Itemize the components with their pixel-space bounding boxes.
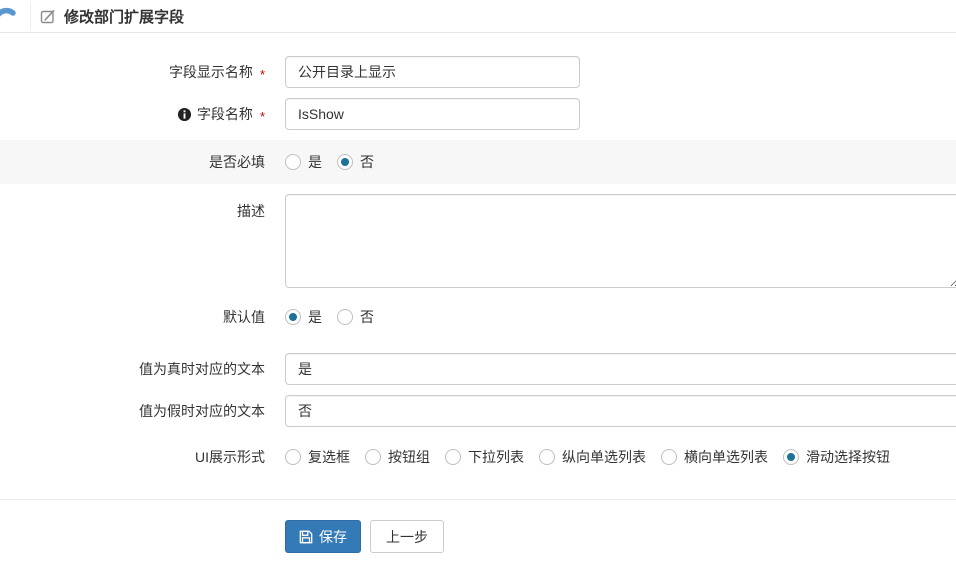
default-value-radio-group: 是 否 bbox=[285, 307, 956, 327]
radio-icon[interactable] bbox=[365, 449, 381, 465]
edit-field-form: 字段显示名称 * 字段名称 * 是否必填 bbox=[0, 33, 956, 562]
form-row-default-value: 默认值 是 否 bbox=[0, 301, 956, 333]
default-value-label: 默认值 bbox=[223, 309, 265, 325]
back-button[interactable] bbox=[0, 0, 30, 32]
info-circle-icon bbox=[177, 107, 191, 121]
form-row-is-required: 是否必填 是 否 bbox=[0, 140, 956, 184]
display-name-label: 字段显示名称 * bbox=[168, 64, 265, 82]
form-row-false-text: 值为假时对应的文本 bbox=[0, 395, 956, 427]
radio-icon[interactable] bbox=[285, 449, 301, 465]
radio-icon[interactable] bbox=[445, 449, 461, 465]
true-text-label: 值为真时对应的文本 bbox=[139, 361, 265, 377]
radio-option-dropdown[interactable]: 下拉列表 bbox=[445, 447, 524, 467]
previous-step-button[interactable]: 上一步 bbox=[370, 520, 444, 553]
radio-icon[interactable] bbox=[285, 154, 301, 170]
form-row-field-name: 字段名称 * bbox=[0, 98, 956, 130]
radio-icon[interactable] bbox=[539, 449, 555, 465]
radio-option-default-no[interactable]: 否 bbox=[337, 307, 374, 327]
ui-style-label: UI展示形式 bbox=[195, 449, 265, 465]
description-textarea[interactable] bbox=[285, 194, 956, 288]
false-text-label: 值为假时对应的文本 bbox=[139, 403, 265, 419]
back-arrow-icon bbox=[0, 7, 16, 17]
required-asterisk: * bbox=[259, 66, 265, 82]
is-required-label: 是否必填 bbox=[209, 154, 265, 170]
radio-option-slide-toggle[interactable]: 滑动选择按钮 bbox=[783, 447, 890, 467]
radio-icon-checked[interactable] bbox=[285, 309, 301, 325]
floppy-save-icon bbox=[299, 530, 313, 543]
radio-option-horizontal-list[interactable]: 横向单选列表 bbox=[661, 447, 768, 467]
save-button[interactable]: 保存 bbox=[285, 520, 361, 553]
display-name-input[interactable] bbox=[285, 56, 580, 88]
page-title: 修改部门扩展字段 bbox=[64, 8, 185, 26]
radio-icon-checked[interactable] bbox=[337, 154, 353, 170]
edit-pencil-icon bbox=[40, 8, 56, 24]
radio-option-vertical-list[interactable]: 纵向单选列表 bbox=[539, 447, 646, 467]
radio-option-button-group[interactable]: 按钮组 bbox=[365, 447, 430, 467]
radio-icon[interactable] bbox=[337, 309, 353, 325]
form-row-display-name: 字段显示名称 * bbox=[0, 56, 956, 88]
form-row-ui-style: UI展示形式 复选框 按钮组 下拉列表 纵向单选列表 横向单选列表 滑动选择按钮 bbox=[0, 441, 956, 473]
is-required-radio-group: 是 否 bbox=[285, 152, 956, 172]
form-row-true-text: 值为真时对应的文本 bbox=[0, 353, 956, 385]
true-text-input[interactable] bbox=[285, 353, 956, 385]
radio-option-required-no[interactable]: 否 bbox=[337, 152, 374, 172]
form-row-description: 描述 bbox=[0, 194, 956, 288]
header-divider bbox=[30, 3, 31, 29]
false-text-input[interactable] bbox=[285, 395, 956, 427]
required-asterisk: * bbox=[259, 108, 265, 124]
ui-style-radio-group: 复选框 按钮组 下拉列表 纵向单选列表 横向单选列表 滑动选择按钮 bbox=[285, 447, 956, 467]
field-name-input[interactable] bbox=[285, 98, 580, 130]
radio-option-default-yes[interactable]: 是 bbox=[285, 307, 322, 327]
description-label: 描述 bbox=[237, 203, 265, 219]
form-actions: 保存 上一步 bbox=[0, 500, 956, 553]
radio-option-required-yes[interactable]: 是 bbox=[285, 152, 322, 172]
field-name-label: 字段名称 * bbox=[0, 104, 265, 124]
radio-option-checkbox[interactable]: 复选框 bbox=[285, 447, 350, 467]
radio-icon-checked[interactable] bbox=[783, 449, 799, 465]
page-header: 修改部门扩展字段 bbox=[0, 0, 956, 33]
radio-icon[interactable] bbox=[661, 449, 677, 465]
